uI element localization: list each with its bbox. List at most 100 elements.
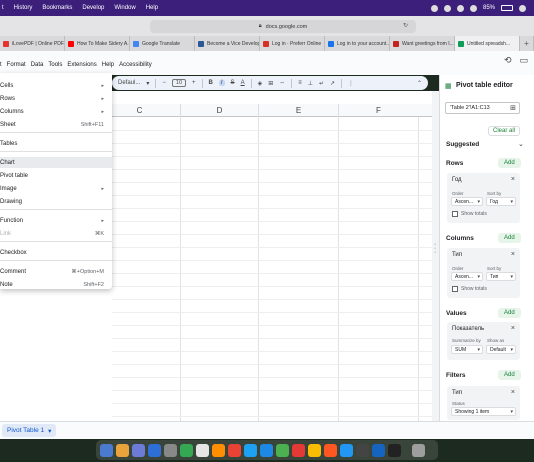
valign-icon[interactable]: ⊥ <box>308 80 313 87</box>
history-icon[interactable]: ⟲ <box>504 55 512 66</box>
italic-icon[interactable]: I <box>218 80 225 86</box>
remove-field-icon[interactable]: × <box>511 176 515 183</box>
battery-icon[interactable] <box>501 5 513 11</box>
insert-menu-item-chart[interactable]: Chart <box>0 157 112 168</box>
dock-word-icon[interactable] <box>372 443 385 457</box>
sort-by-select[interactable]: Год <box>486 197 516 206</box>
show-totals-checkbox[interactable] <box>452 211 458 217</box>
insert-menu-item-comment[interactable]: Comment ⌘+Option+M <box>0 266 112 277</box>
reload-icon[interactable]: ↻ <box>403 22 408 29</box>
status-icon[interactable] <box>430 4 438 12</box>
dock-calendar-icon[interactable] <box>228 443 241 457</box>
insert-menu-item-checkbox[interactable]: Checkbox <box>0 247 112 258</box>
drag-handle-icon[interactable]: · · · <box>434 241 436 256</box>
align-icon[interactable]: ≡ <box>298 80 302 86</box>
insert-menu-item-pivot-table[interactable]: Pivot table <box>0 170 112 181</box>
browser-tab[interactable]: Want greetings from I... <box>390 36 455 51</box>
wifi-icon[interactable] <box>456 4 464 12</box>
fill-color-icon[interactable]: ◈ <box>258 80 263 87</box>
more-options-icon[interactable]: ⋮ <box>348 80 354 87</box>
insert-menu-item-tables[interactable]: Tables <box>0 138 112 149</box>
decrease-font-icon[interactable]: − <box>162 80 166 86</box>
menubar-item-history[interactable]: History <box>14 5 33 11</box>
menubar-item-help[interactable]: Help <box>146 5 158 11</box>
strikethrough-icon[interactable]: S <box>231 80 235 86</box>
insert-menu-item-function[interactable]: Function ▸ <box>0 215 112 226</box>
filters-add-button[interactable]: Add <box>498 370 521 380</box>
dock-launchpad-icon[interactable] <box>116 443 129 457</box>
range-input[interactable]: 'Table 2'!A1:C13 ⊞ <box>445 102 520 114</box>
insert-menu-item-note[interactable]: Note Shift+F2 <box>0 279 112 290</box>
values-add-button[interactable]: Add <box>498 308 521 318</box>
insert-menu-item-sheet[interactable]: Sheet Shift+F11 <box>0 119 112 130</box>
chevron-down-icon[interactable]: ▾ <box>146 80 149 87</box>
remove-field-icon[interactable]: × <box>511 389 515 396</box>
chevron-down-icon[interactable]: ▾ <box>48 427 51 435</box>
insert-menu-item-columns[interactable]: Columns ▸ <box>0 106 112 117</box>
columns-add-button[interactable]: Add <box>498 233 521 243</box>
dock-settings-icon[interactable] <box>164 443 177 457</box>
font-size-input[interactable]: 10 <box>171 79 187 87</box>
insert-menu-item-cells[interactable]: Cells ▸ <box>0 80 112 91</box>
dock-app-store-icon[interactable] <box>244 443 257 457</box>
dock-app-icon[interactable] <box>132 443 145 457</box>
clear-all-button[interactable]: Clear all <box>488 126 521 136</box>
menubar-item-bookmarks[interactable]: Bookmarks <box>42 5 72 11</box>
dock-trash-icon[interactable] <box>412 443 425 457</box>
menubar-item-develop[interactable]: Develop <box>82 5 104 11</box>
vertical-scrollbar[interactable] <box>432 91 439 421</box>
menu-format[interactable]: Format <box>7 62 26 68</box>
address-bar[interactable]: 🔒︎ docs.google.com ↻ <box>150 20 416 33</box>
dock-notes-icon[interactable] <box>308 443 321 457</box>
bold-icon[interactable]: B <box>209 80 213 86</box>
control-center-icon[interactable] <box>519 4 526 12</box>
chevron-down-icon[interactable]: ⌄ <box>518 140 524 148</box>
borders-icon[interactable]: ⊞ <box>268 80 273 87</box>
order-select[interactable]: Ascen... <box>451 197 483 206</box>
dock-safari-icon[interactable] <box>324 443 337 457</box>
browser-tab[interactable]: Log in to your account... <box>325 36 390 51</box>
sheet-tab-pivot-table-1[interactable]: Pivot Table 1 ▾ <box>2 424 57 437</box>
dock-photos-icon[interactable] <box>212 443 225 457</box>
dock-finder-icon[interactable] <box>100 443 113 457</box>
show-as-select[interactable]: Default <box>486 345 516 354</box>
menu-accessibility[interactable]: Accessibility <box>119 62 152 68</box>
dock-mail-icon[interactable] <box>260 443 273 457</box>
show-totals-checkbox[interactable] <box>452 286 458 292</box>
column-header-e[interactable]: E <box>258 104 338 117</box>
menu-tools[interactable]: Tools <box>48 62 62 68</box>
menu-data[interactable]: Data <box>31 62 44 68</box>
dock-music-icon[interactable] <box>292 443 305 457</box>
text-color-icon[interactable]: A <box>241 80 245 86</box>
summarize-by-select[interactable]: SUM <box>451 345 483 354</box>
browser-tab[interactable]: iLovePDF | Online PDF... <box>0 36 65 51</box>
font-select[interactable]: Defaul... <box>118 80 140 86</box>
menubar-item-window[interactable]: Window <box>114 5 135 11</box>
remove-field-icon[interactable]: × <box>511 251 515 258</box>
dock-vscode-icon[interactable] <box>148 443 161 457</box>
merge-icon[interactable]: ⇔ <box>279 80 285 86</box>
browser-tab[interactable]: Untitled spreadsh... <box>455 36 520 51</box>
insert-menu-item-image[interactable]: Image ▸ <box>0 183 112 194</box>
status-select[interactable]: Showing 1 item <box>451 407 516 416</box>
grid-select-icon[interactable]: ⊞ <box>510 104 516 112</box>
browser-tab[interactable]: Become a Vice Develop... <box>195 36 260 51</box>
dock-chrome-icon[interactable] <box>196 443 209 457</box>
sort-by-select[interactable]: Тип <box>486 272 516 281</box>
dock-messages-icon[interactable] <box>276 443 289 457</box>
browser-tab[interactable]: How To Make Sidery A... <box>65 36 130 51</box>
dock-telegram-icon[interactable] <box>340 443 353 457</box>
order-select[interactable]: Ascen... <box>451 272 483 281</box>
dock-terminal-icon[interactable] <box>356 443 369 457</box>
browser-tab[interactable]: Log in · Preferr Online <box>260 36 325 51</box>
comment-icon[interactable]: ▭ <box>519 55 528 66</box>
collapse-toolbar-icon[interactable]: ⌃ <box>417 80 428 87</box>
menubar-item[interactable]: t <box>2 5 4 11</box>
menu-insert[interactable]: t <box>0 62 2 68</box>
dock-camera-icon[interactable] <box>388 443 401 457</box>
column-header-d[interactable]: D <box>180 104 258 117</box>
remove-field-icon[interactable]: × <box>511 325 515 332</box>
browser-tab[interactable]: Google Translate <box>130 36 195 51</box>
wrap-icon[interactable]: ↵ <box>319 80 324 87</box>
menu-extensions[interactable]: Extensions <box>67 62 96 68</box>
